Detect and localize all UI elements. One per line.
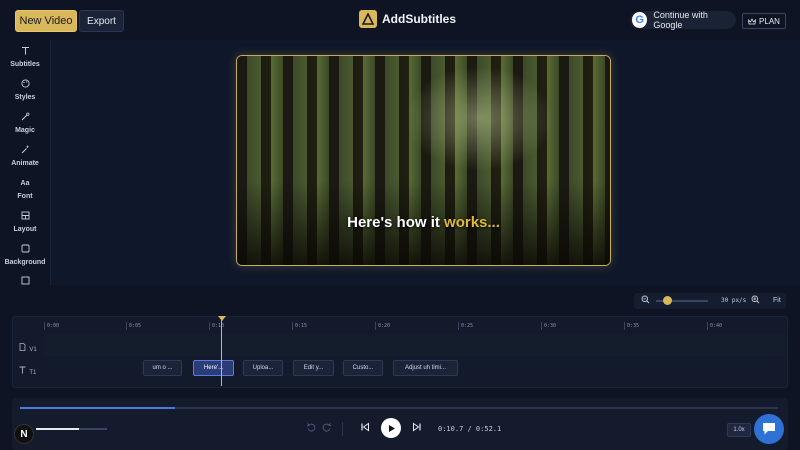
ruler-tick: 0:00 [44,322,59,330]
zoom-out-icon[interactable] [641,295,650,307]
ruler-tick: 0:40 [707,322,722,330]
undo-icon[interactable] [306,422,316,435]
continue-with-google-button[interactable]: G Continue with Google [630,10,736,30]
sidebar-item-styles[interactable]: Styles [0,79,50,109]
plan-button[interactable]: PLAN [742,13,786,29]
zoom-level: 30 px/s [721,297,747,304]
sparkle-wand-icon [0,145,50,157]
chat-bubble-icon [763,423,775,435]
layout-icon [0,211,50,223]
divider [342,422,343,436]
sidebar-item-animate[interactable]: Animate [0,145,50,175]
track-header-t1: T1 [19,363,36,377]
sidebar-item-label: Styles [14,94,36,101]
sidebar-item-label: Subtitles [10,61,40,68]
sidebar-item-subtitles[interactable]: Subtitles [0,46,50,76]
sidebar-item-more[interactable] [0,276,50,285]
light-glow [404,66,555,171]
track-label: V1 [29,347,37,353]
text-t-icon [0,46,50,58]
avatar[interactable]: N [14,424,34,444]
google-button-label: Continue with Google [653,10,708,30]
crown-icon [748,17,757,24]
zoom-slider-handle[interactable] [663,296,672,305]
sidebar-item-label: Animate [11,160,39,167]
skip-forward-icon[interactable] [412,422,422,435]
subtitle-clip[interactable]: um o ... [143,360,182,376]
chat-support-button[interactable] [754,414,784,444]
palette-icon [0,79,50,91]
ruler-tick: 0:20 [375,322,390,330]
redo-icon[interactable] [322,422,332,435]
logo-icon [359,10,377,28]
export-button[interactable]: Export [79,10,124,32]
square-icon [0,244,50,256]
text-t-icon [19,366,26,374]
subtitle-clip-selected[interactable]: Here'... [193,360,234,376]
skip-back-icon[interactable] [360,422,370,435]
playback-progress-fill [20,407,176,409]
track-header-v1: V1 [19,340,37,354]
sidebar-item-background[interactable]: Background [0,244,50,274]
sidebar: Subtitles Styles Magic Animate Aa Font L… [0,40,51,285]
magic-wand-icon [0,112,50,124]
fit-button[interactable]: Fit [773,297,781,304]
ruler-tick: 0:25 [458,322,473,330]
ruler-tick: 0:35 [624,322,639,330]
playhead-line[interactable] [221,317,222,386]
plan-label: PLAN [759,16,780,26]
subtitle-clip[interactable]: Edit y... [293,360,334,376]
ruler-tick: 0:30 [541,322,556,330]
time-display: 0:10.7 / 0:52.1 [438,425,502,433]
subtitle-caption[interactable]: Here's how it works... [237,214,610,231]
ruler-tick: 0:15 [292,322,307,330]
subtitle-clip[interactable]: Uploa... [243,360,283,376]
sidebar-item-magic[interactable]: Magic [0,112,50,142]
sidebar-item-label: Font [17,193,33,200]
time-ruler[interactable]: 0:00 0:05 0:10 0:15 0:20 0:25 0:30 0:35 … [44,322,784,330]
sidebar-item-label: Layout [13,226,37,233]
play-button[interactable] [381,418,401,438]
google-icon: G [632,12,648,28]
app-title: AddSubtitles [382,12,456,26]
subtitle-clip[interactable]: Adjust uh timi... [393,360,458,376]
sidebar-item-label: Magic [15,127,35,134]
video-preview[interactable]: Here's how it works... [236,55,611,266]
video-file-icon [19,343,26,351]
playhead-handle[interactable] [218,316,226,321]
volume-slider-fill [36,428,79,430]
caption-text: Here's how it [347,214,445,231]
ruler-tick: 0:05 [126,322,141,330]
grid-icon [0,276,50,285]
caption-highlight: works... [444,214,500,231]
subtitle-clip[interactable]: Custo... [343,360,383,376]
sidebar-item-label: Background [4,259,46,266]
playback-speed-button[interactable]: 1.0x [727,423,751,437]
track-label: T1 [29,370,37,376]
new-video-button[interactable]: New Video [15,10,77,32]
sidebar-item-layout[interactable]: Layout [0,211,50,241]
sidebar-item-font[interactable]: Aa Font [0,178,50,208]
play-icon [388,424,395,432]
zoom-in-icon[interactable] [751,295,760,307]
font-icon: Aa [20,180,30,187]
video-track-row[interactable] [44,334,786,356]
